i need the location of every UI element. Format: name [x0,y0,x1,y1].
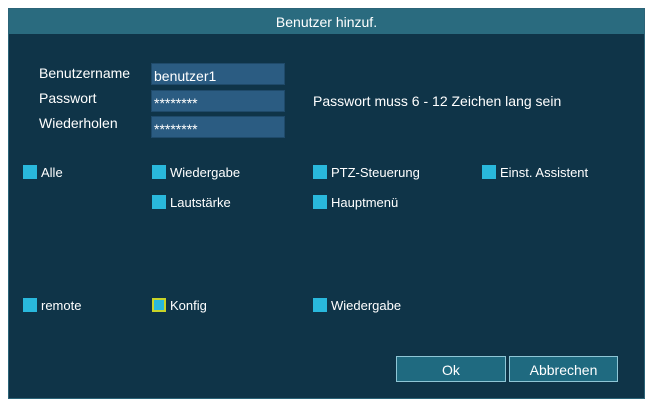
checkbox-remote[interactable]: remote [23,297,81,313]
password-label: Passwort [39,90,97,106]
ok-button[interactable]: Ok [396,356,506,382]
username-field[interactable]: benutzer1 [151,63,285,85]
checkbox-icon [23,165,37,179]
checkbox-icon [313,195,327,209]
repeat-password-field[interactable]: ******** [151,116,285,138]
checkbox-icon [313,298,327,312]
checkbox-setup-wizard[interactable]: Einst. Assistent [482,164,588,180]
checkbox-remote-playback[interactable]: Wiedergabe [313,297,401,313]
checkbox-ptz-control-label: PTZ-Steuerung [331,164,420,180]
password-hint: Passwort muss 6 - 12 Zeichen lang sein [313,93,562,109]
checkbox-volume[interactable]: Lautstärke [152,194,231,210]
checkbox-config[interactable]: Konfig [152,297,207,313]
repeat-password-label: Wiederholen [39,115,118,131]
checkbox-icon [152,298,166,312]
checkbox-setup-wizard-label: Einst. Assistent [500,164,589,180]
checkbox-icon [23,298,37,312]
add-user-dialog: Benutzer hinzuf. Benutzername benutzer1 … [8,8,645,399]
checkbox-all[interactable]: Alle [23,164,63,180]
checkbox-ptz-control[interactable]: PTZ-Steuerung [313,164,420,180]
cancel-button[interactable]: Abbrechen [509,356,618,382]
checkbox-all-label: Alle [41,164,63,180]
checkbox-remote-playback-label: Wiedergabe [331,297,402,313]
checkbox-main-menu-label: Hauptmenü [331,194,399,210]
checkbox-icon [482,165,496,179]
checkbox-remote-label: remote [41,297,82,313]
checkbox-playback[interactable]: Wiedergabe [152,164,240,180]
checkbox-volume-label: Lautstärke [170,194,231,210]
dialog-title: Benutzer hinzuf. [9,9,644,34]
checkbox-main-menu[interactable]: Hauptmenü [313,194,398,210]
checkbox-icon [152,195,166,209]
checkbox-playback-label: Wiedergabe [170,164,241,180]
checkbox-icon [152,165,166,179]
checkbox-icon [313,165,327,179]
username-label: Benutzername [39,65,131,81]
password-field[interactable]: ******** [151,90,285,112]
checkbox-config-label: Konfig [170,297,207,313]
